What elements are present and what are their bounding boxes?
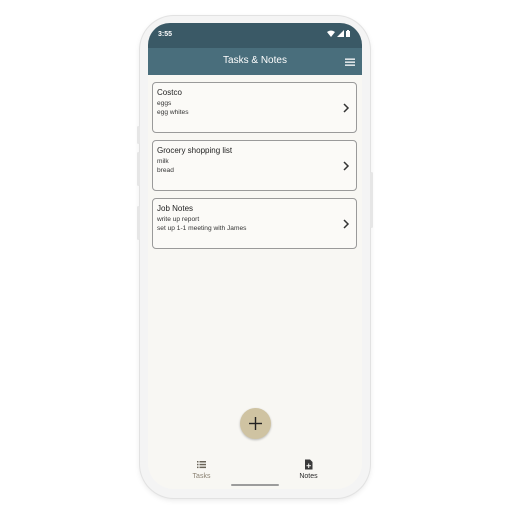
note-line: bread <box>157 167 174 174</box>
app-title: Tasks & Notes <box>223 55 287 66</box>
home-indicator[interactable] <box>231 484 279 486</box>
menu-button[interactable] <box>344 55 356 67</box>
chevron-right-icon <box>343 161 350 171</box>
hamburger-menu-icon <box>345 58 355 66</box>
battery-icon <box>346 30 350 37</box>
note-line: egg whites <box>157 109 189 116</box>
phone-side-button <box>137 152 140 186</box>
note-line: eggs <box>157 100 172 107</box>
phone-side-button <box>137 206 140 240</box>
nav-label-tasks: Tasks <box>192 473 211 480</box>
add-note-button[interactable] <box>240 408 271 439</box>
note-title: Costco <box>157 88 182 97</box>
status-icons <box>327 30 350 37</box>
stage: 3:55 Tasks & Notes Costco eggs egg white… <box>0 0 512 512</box>
note-title: Job Notes <box>157 204 194 213</box>
note-line: set up 1-1 meeting with James <box>157 225 247 232</box>
nav-label-notes: Notes <box>299 473 318 480</box>
status-time: 3:55 <box>158 31 173 38</box>
wifi-icon <box>327 30 335 37</box>
plus-icon <box>249 417 262 430</box>
note-line: milk <box>157 158 169 165</box>
note-card[interactable]: Grocery shopping list milk bread <box>152 140 357 191</box>
note-title: Grocery shopping list <box>157 146 233 155</box>
chevron-right-icon <box>343 219 350 229</box>
list-icon <box>197 461 206 469</box>
note-add-icon <box>305 459 313 470</box>
phone-side-button <box>137 126 140 144</box>
note-card[interactable]: Costco eggs egg whites <box>152 82 357 133</box>
app-bar: Tasks & Notes <box>148 48 362 75</box>
note-card[interactable]: Job Notes write up report set up 1-1 mee… <box>152 198 357 249</box>
phone-screen: 3:55 Tasks & Notes Costco eggs egg white… <box>148 23 362 489</box>
status-bar: 3:55 <box>148 23 362 48</box>
phone-power-button <box>370 172 373 228</box>
signal-icon <box>337 30 344 37</box>
note-line: write up report <box>157 216 200 223</box>
chevron-right-icon <box>343 103 350 113</box>
